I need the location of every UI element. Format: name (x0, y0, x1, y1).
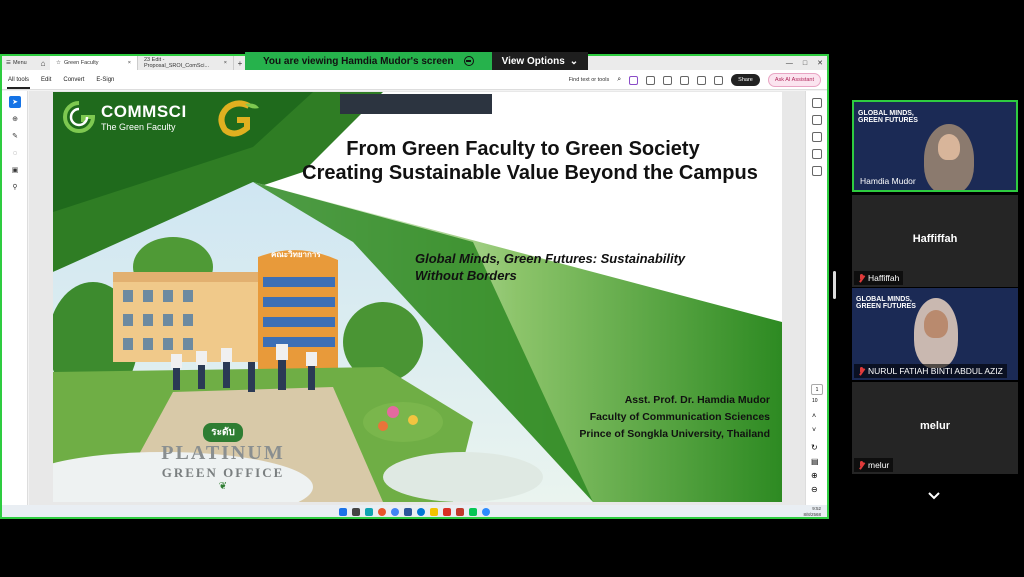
windows-taskbar: 9:52 8/8/2568 (2, 505, 827, 517)
taskbar-clock: 9:52 8/8/2568 (803, 506, 821, 517)
zoom-out-icon[interactable]: ⊖ (811, 485, 818, 494)
commsci-logo: COMMSCI The Green Faculty (61, 100, 187, 134)
upload-icon[interactable] (680, 75, 690, 85)
slide-title-line2: Creating Sustainable Value Beyond the Ca… (302, 162, 758, 184)
layers-icon[interactable] (812, 166, 822, 176)
close-window-icon[interactable]: ✕ (817, 59, 823, 67)
app-icon[interactable] (365, 508, 373, 516)
stop-share-icon[interactable] (463, 56, 474, 66)
participant-face (938, 134, 960, 160)
zoom-in-icon[interactable]: ⊕ (811, 471, 818, 480)
mic-muted-icon (858, 366, 865, 376)
refresh-icon[interactable]: ↻ (811, 443, 818, 452)
home-icon[interactable]: ⌂ (36, 59, 50, 68)
right-tool-rail: 1 10 ˄ ˅ ↻ ▤ ⊕ ⊖ (805, 91, 827, 517)
pages-icon[interactable] (812, 132, 822, 142)
chevron-down-icon[interactable]: ˅ (812, 427, 816, 434)
presentation-slide: COMMSCI The Green Faculty From Green Fac… (53, 92, 782, 502)
ai-assistant-button[interactable]: Ask AI Assistant (767, 73, 821, 87)
maximize-icon[interactable]: □ (803, 60, 807, 67)
menu-button[interactable]: ☰ Menu (2, 60, 36, 66)
tab-green-faculty[interactable]: ☆ Green Faculty × (50, 56, 138, 70)
start-icon[interactable] (339, 508, 347, 516)
select-cursor-icon[interactable]: ➤ (9, 96, 21, 108)
firefox-icon[interactable] (378, 508, 386, 516)
left-tool-rail: ➤ ⊕ ✎ ◌ ▣ ⚲ (2, 91, 28, 505)
comment-icon[interactable] (646, 75, 656, 85)
edge-icon[interactable] (417, 508, 425, 516)
comment-panel-icon[interactable] (812, 98, 822, 108)
chevron-down-icon[interactable] (927, 489, 941, 503)
viewing-banner: You are viewing Hamdia Mudor's screen Vi… (245, 52, 589, 70)
chrome-icon[interactable] (391, 508, 399, 516)
zoom-tool-icon[interactable]: ⊕ (9, 113, 21, 125)
star-icon: ☆ (56, 60, 61, 66)
search-icon[interactable]: ⌕ (617, 76, 621, 84)
slide-title-line1: From Green Faculty to Green Society (346, 138, 700, 160)
minimize-icon[interactable]: — (786, 60, 793, 67)
participant-tile-melur[interactable]: melur melur (852, 382, 1018, 474)
word-icon[interactable] (404, 508, 412, 516)
edit-tab[interactable]: Edit (35, 77, 57, 83)
hamburger-icon: ☰ (6, 60, 11, 66)
participant-name: Haffiffah (854, 271, 904, 285)
acrobat-toolbar: All tools Edit Convert E-Sign Find text … (2, 70, 827, 90)
mic-muted-icon (858, 460, 865, 470)
slide-subtitle: Global Minds, Green Futures: Sustainabil… (415, 251, 686, 283)
text-select-icon[interactable]: ▣ (9, 164, 21, 176)
conference-banner: GLOBAL MINDS, GREEN FUTURES (856, 296, 916, 310)
explorer-icon[interactable] (430, 508, 438, 516)
leaf-icon: ❦ (218, 481, 228, 492)
participant-name: Hamdia Mudor (860, 176, 916, 186)
chevron-up-icon[interactable]: ˄ (812, 413, 816, 420)
line-icon[interactable] (469, 508, 477, 516)
lasso-icon[interactable]: ◌ (9, 147, 21, 159)
redaction-bar (340, 94, 492, 114)
powerpoint-icon[interactable] (456, 508, 464, 516)
conference-banner: GLOBAL MINDS, GREEN FUTURES (858, 110, 918, 124)
tab-proposal[interactable]: 23 Edit -Proposal_SROI_ComSci... × (138, 56, 234, 70)
mail-icon[interactable] (697, 75, 707, 85)
acrobat-icon[interactable] (443, 508, 451, 516)
page-total: 10 (812, 398, 818, 404)
shared-screen: ☰ Menu ⌂ ☆ Green Faculty × 23 Edit -Proposa… (0, 54, 829, 519)
participant-name: melur (854, 458, 894, 472)
view-options-button[interactable]: View Options ⌄ (491, 52, 589, 70)
window-controls: — □ ✕ (786, 56, 823, 70)
participant-tile-nurul[interactable]: GLOBAL MINDS, GREEN FUTURES NURUL FATIAH… (852, 288, 1018, 380)
close-icon[interactable]: × (224, 60, 227, 66)
platinum-green-office-badge: ระดับ PLATINUM GREEN OFFICE ❦ (123, 422, 323, 492)
building-sign: คณะวิทยาการ (271, 250, 321, 259)
copy-icon[interactable] (812, 149, 822, 159)
attach-icon[interactable] (663, 75, 673, 85)
chevron-down-icon: ⌄ (569, 55, 579, 67)
participant-name: NURUL FATIAH BINTI ABDUL AZIZ (854, 364, 1007, 378)
ai-tools-icon[interactable] (629, 75, 639, 85)
task-view-icon[interactable] (352, 508, 360, 516)
participant-tile-haffiffah[interactable]: Haffiffah Haffiffah (852, 195, 1018, 287)
find-field[interactable]: Find text or tools (569, 77, 610, 83)
zoom-app-icon[interactable] (482, 508, 490, 516)
fit-page-icon[interactable]: ▤ (811, 457, 819, 466)
print-icon[interactable] (714, 75, 724, 85)
stamp-icon[interactable]: ⚲ (9, 181, 21, 193)
green-faculty-logo-icon (218, 100, 259, 137)
pen-icon[interactable]: ✎ (9, 130, 21, 142)
participant-tile-hamdia[interactable]: GLOBAL MINDS, GREEN FUTURES Hamdia Mudor (852, 100, 1018, 192)
participant-face (924, 310, 948, 338)
slide-author-block: Asst. Prof. Dr. Hamdia Mudor Faculty of … (579, 394, 770, 440)
close-icon[interactable]: × (128, 60, 131, 66)
commsci-mark-icon (63, 101, 96, 133)
panel-resize-handle[interactable] (833, 271, 836, 299)
convert-tab[interactable]: Convert (57, 77, 90, 83)
page-number-field[interactable]: 1 (811, 384, 823, 395)
viewing-notice: You are viewing Hamdia Mudor's screen (245, 52, 492, 70)
mic-muted-icon (858, 273, 865, 283)
esign-tab[interactable]: E-Sign (90, 77, 120, 83)
meeting-window: ☰ Menu ⌂ ☆ Green Faculty × 23 Edit -Proposa… (0, 0, 1024, 577)
bookmark-icon[interactable] (812, 115, 822, 125)
share-button[interactable]: Share (731, 74, 760, 86)
all-tools-tab[interactable]: All tools (2, 77, 35, 89)
